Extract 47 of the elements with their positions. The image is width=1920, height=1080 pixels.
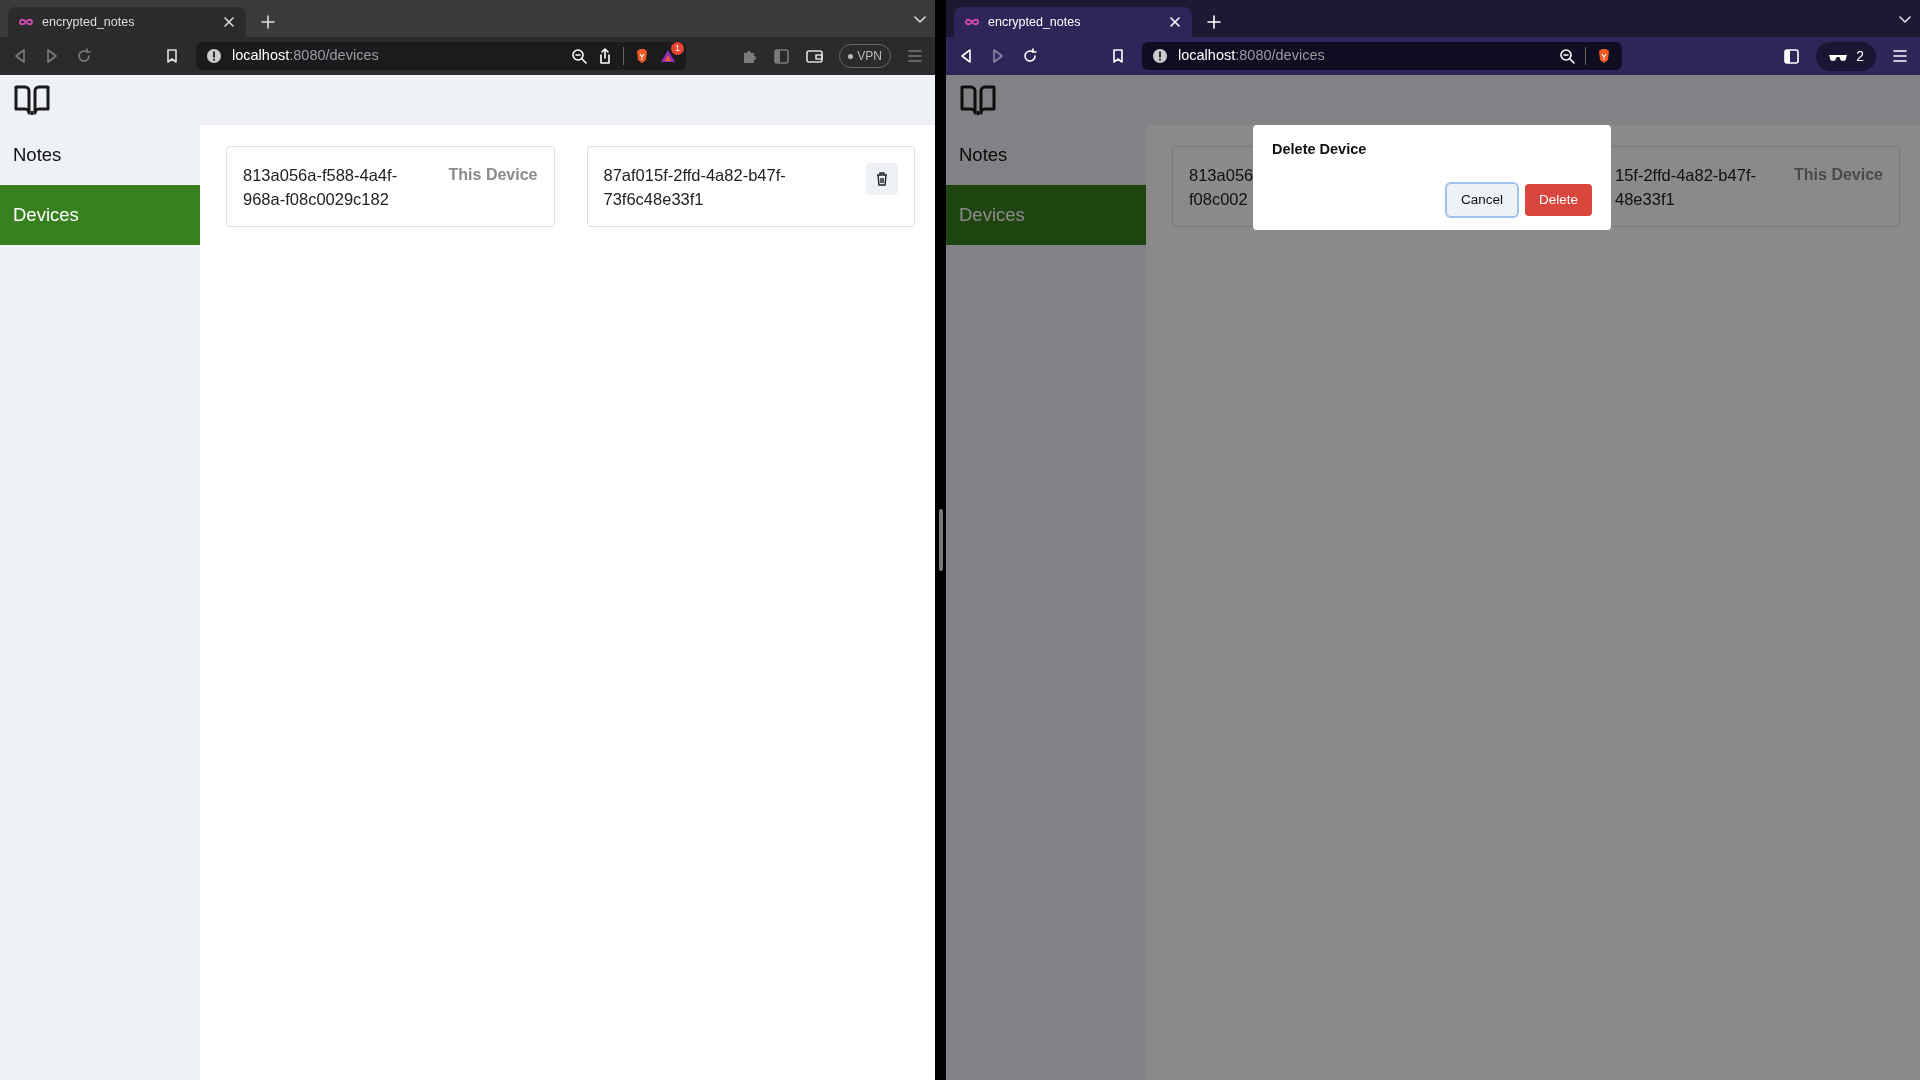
resize-handle[interactable] [938, 509, 943, 571]
info-icon [1152, 48, 1168, 64]
lion-icon[interactable] [1596, 48, 1612, 64]
tab-title: encrypted_notes [42, 13, 136, 31]
url-text: localhost:8080/devices [232, 46, 380, 66]
forward-icon[interactable] [44, 48, 60, 64]
url-text: localhost:8080/devices [1178, 46, 1326, 66]
zoom-icon[interactable] [1559, 48, 1575, 64]
dialog-title: Delete Device [1272, 140, 1368, 159]
device-id: 87af015f-2ffd-4a82-b47f- 73f6c48e33f1 [603, 165, 786, 210]
private-window-button[interactable]: 2 [1816, 41, 1876, 71]
info-icon [206, 48, 222, 64]
close-icon[interactable] [1168, 15, 1182, 29]
close-icon[interactable] [222, 15, 236, 29]
menu-icon[interactable] [1892, 48, 1908, 64]
delete-button[interactable]: Delete [1524, 183, 1592, 216]
browser-tab[interactable]: encrypted_notes [8, 7, 246, 37]
new-tab-icon[interactable] [260, 14, 276, 30]
wallet-icon[interactable] [806, 47, 824, 65]
device-id: 813a056a-f588-4a4f- 968a-f08c0029c182 [243, 165, 398, 210]
address-bar[interactable]: localhost:8080/devices 1 [196, 42, 686, 70]
sidebar-item[interactable]: Notes [946, 125, 1146, 185]
bookmark-icon[interactable] [164, 48, 180, 64]
device-id: 15f-2ffd-4a82-b47f- 48e33f1 [1615, 165, 1756, 210]
notification-badge: 1 [671, 42, 684, 55]
delete-button[interactable] [866, 163, 898, 195]
zoom-icon[interactable] [571, 48, 587, 64]
device-label: This Device [1794, 165, 1883, 185]
device-label: This Device [448, 165, 538, 185]
bookmark-icon[interactable] [1110, 48, 1126, 64]
window-count: 2 [1856, 46, 1864, 66]
reload-icon[interactable] [1022, 48, 1038, 64]
share-icon[interactable] [597, 48, 613, 64]
trash-icon [874, 171, 890, 187]
sidebar-icon[interactable] [1783, 47, 1801, 65]
sidebar-item[interactable]: Notes [0, 125, 200, 185]
device-id: 813a056 f08c002 [1189, 165, 1254, 210]
cancel-button[interactable]: Cancel [1446, 183, 1517, 216]
puzzle-icon[interactable] [741, 48, 758, 64]
lion-icon[interactable] [634, 48, 650, 64]
triangle-icon[interactable] [660, 48, 676, 64]
tab-title: encrypted_notes [988, 13, 1082, 31]
back-icon[interactable] [958, 48, 974, 64]
browser-tab[interactable]: encrypted_notes [954, 7, 1192, 37]
forward-icon[interactable] [990, 48, 1006, 64]
sidebar-item[interactable]: Devices [0, 184, 200, 245]
address-bar[interactable]: localhost:8080/devices [1142, 42, 1622, 70]
